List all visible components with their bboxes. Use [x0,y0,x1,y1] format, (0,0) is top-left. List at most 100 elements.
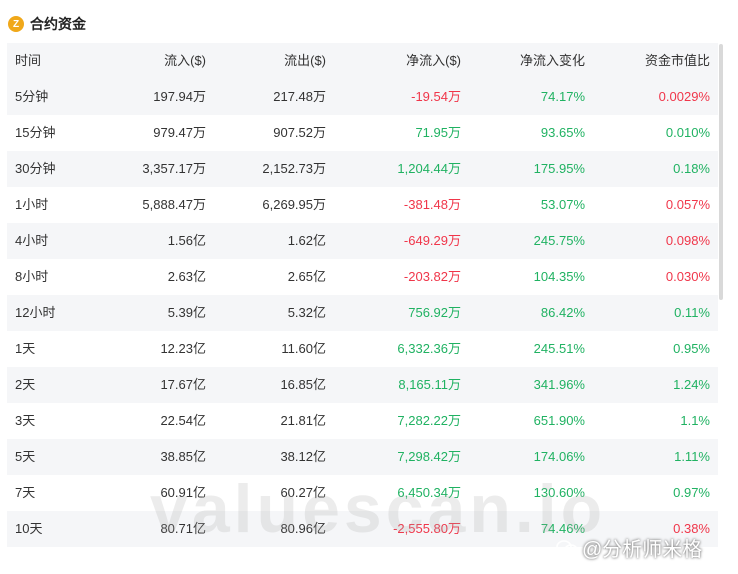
cell-inflow: 38.85亿 [160,449,206,464]
cell-ratio: 0.057% [665,197,710,212]
cell-net-change: 74.17% [540,89,585,104]
cell-outflow: 21.81亿 [280,413,326,428]
cell-net-change: 341.96% [533,377,585,392]
table-header-row: 时间 流入($) 流出($) 净流入($) 净流入变化 资金市值比 [7,43,718,79]
cell-ratio: 0.0029% [658,89,710,104]
cell-outflow: 38.12亿 [280,449,326,464]
column-header-inflow[interactable]: 流入($) [164,43,206,79]
table-row: 1天 12.23亿 11.60亿 6,332.36万 245.51% 0.95% [7,331,718,367]
cell-time: 5分钟 [15,89,49,104]
cell-inflow: 80.71亿 [160,521,206,536]
fund-flow-table: 时间 流入($) 流出($) 净流入($) 净流入变化 资金市值比 5分钟 197… [7,43,718,547]
cell-net-change: 53.07% [540,197,585,212]
cell-outflow: 6,269.95万 [262,197,326,212]
table-row: 7天 60.91亿 60.27亿 6,450.34万 130.60% 0.97% [7,475,718,511]
cell-net-inflow: 71.95万 [415,125,461,140]
wechat-icon [556,539,578,556]
cell-time: 1小时 [15,197,49,212]
cell-ratio: 1.11% [674,449,710,464]
author-name: @分析师米格 [582,539,703,561]
column-header-outflow[interactable]: 流出($) [284,43,326,79]
cell-inflow: 3,357.17万 [142,161,206,176]
cell-ratio: 0.030% [665,269,710,284]
section-header: Z 合约资金 [8,13,86,35]
cell-net-inflow: -381.48万 [403,197,461,212]
cell-time: 1天 [15,341,36,356]
cell-outflow: 217.48万 [273,89,326,104]
cell-net-change: 130.60% [533,485,585,500]
cell-net-change: 86.42% [540,305,585,320]
cell-time: 5天 [15,449,36,464]
table-row: 5分钟 197.94万 217.48万 -19.54万 74.17% 0.0029% [7,79,718,115]
cell-outflow: 2,152.73万 [262,161,326,176]
cell-inflow: 60.91亿 [160,485,206,500]
cell-net-change: 175.95% [533,161,585,176]
cell-inflow: 5,888.47万 [142,197,206,212]
cell-outflow: 80.96亿 [280,521,326,536]
cell-net-change: 93.65% [540,125,585,140]
cell-outflow: 2.65亿 [287,269,326,284]
cell-net-inflow: -2,555.80万 [393,521,461,536]
cell-inflow: 2.63亿 [167,269,206,284]
table-row: 15分钟 979.47万 907.52万 71.95万 93.65% 0.010% [7,115,718,151]
column-header-ratio[interactable]: 资金市值比 [645,43,710,79]
column-header-time[interactable]: 时间 [15,43,41,79]
cell-ratio: 0.95% [673,341,710,356]
table-row: 3天 22.54亿 21.81亿 7,282.22万 651.90% 1.1% [7,403,718,439]
cell-net-inflow: 1,204.44万 [397,161,461,176]
cell-ratio: 0.098% [665,233,710,248]
cell-outflow: 16.85亿 [280,377,326,392]
cell-time: 7天 [15,485,36,500]
cell-net-inflow: -19.54万 [411,89,461,104]
cell-ratio: 0.18% [673,161,710,176]
cell-inflow: 197.94万 [153,89,206,104]
cell-inflow: 17.67亿 [160,377,206,392]
scrollbar[interactable] [719,44,723,300]
cell-net-change: 104.35% [533,269,585,284]
cell-net-change: 245.51% [533,341,585,356]
cell-net-change: 245.75% [533,233,585,248]
cell-inflow: 5.39亿 [167,305,206,320]
cell-time: 2天 [15,377,36,392]
cell-net-inflow: 7,298.42万 [397,449,461,464]
cell-outflow: 5.32亿 [287,305,326,320]
table-row: 5天 38.85亿 38.12亿 7,298.42万 174.06% 1.11% [7,439,718,475]
column-header-net-change[interactable]: 净流入变化 [520,43,585,79]
cell-outflow: 1.62亿 [287,233,326,248]
cell-inflow: 12.23亿 [160,341,206,356]
column-header-net-inflow[interactable]: 净流入($) [406,43,461,79]
cell-time: 12小时 [15,305,56,320]
cell-time: 30分钟 [15,161,56,176]
cell-ratio: 0.11% [674,305,710,320]
cell-outflow: 907.52万 [273,125,326,140]
cell-ratio: 0.010% [665,125,710,140]
cell-net-inflow: 6,450.34万 [397,485,461,500]
cell-inflow: 1.56亿 [167,233,206,248]
cell-net-inflow: 7,282.22万 [397,413,461,428]
table-row: 2天 17.67亿 16.85亿 8,165.11万 341.96% 1.24% [7,367,718,403]
section-title: 合约资金 [30,16,86,32]
cell-time: 3天 [15,413,36,428]
cell-inflow: 22.54亿 [160,413,206,428]
cell-outflow: 11.60亿 [281,341,326,356]
author-tag: @分析师米格 [556,533,702,562]
cell-inflow: 979.47万 [153,125,206,140]
table-row: 8小时 2.63亿 2.65亿 -203.82万 104.35% 0.030% [7,259,718,295]
cell-time: 4小时 [15,233,49,248]
cell-ratio: 1.1% [680,413,710,428]
cell-net-inflow: 8,165.11万 [398,377,461,392]
cell-outflow: 60.27亿 [280,485,326,500]
cell-net-inflow: 756.92万 [408,305,461,320]
cell-net-inflow: -649.29万 [403,233,461,248]
cell-net-change: 174.06% [533,449,585,464]
table-row: 30分钟 3,357.17万 2,152.73万 1,204.44万 175.95% 0.… [7,151,718,187]
cell-time: 8小时 [15,269,49,284]
table-row: 12小时 5.39亿 5.32亿 756.92万 86.42% 0.11% [7,295,718,331]
cell-time: 15分钟 [15,125,56,140]
cell-net-inflow: -203.82万 [403,269,461,284]
cell-time: 10天 [15,521,43,536]
cell-net-change: 651.90% [533,413,585,428]
cell-ratio: 0.97% [673,485,710,500]
cell-net-inflow: 6,332.36万 [397,341,461,356]
cell-ratio: 1.24% [673,377,710,392]
